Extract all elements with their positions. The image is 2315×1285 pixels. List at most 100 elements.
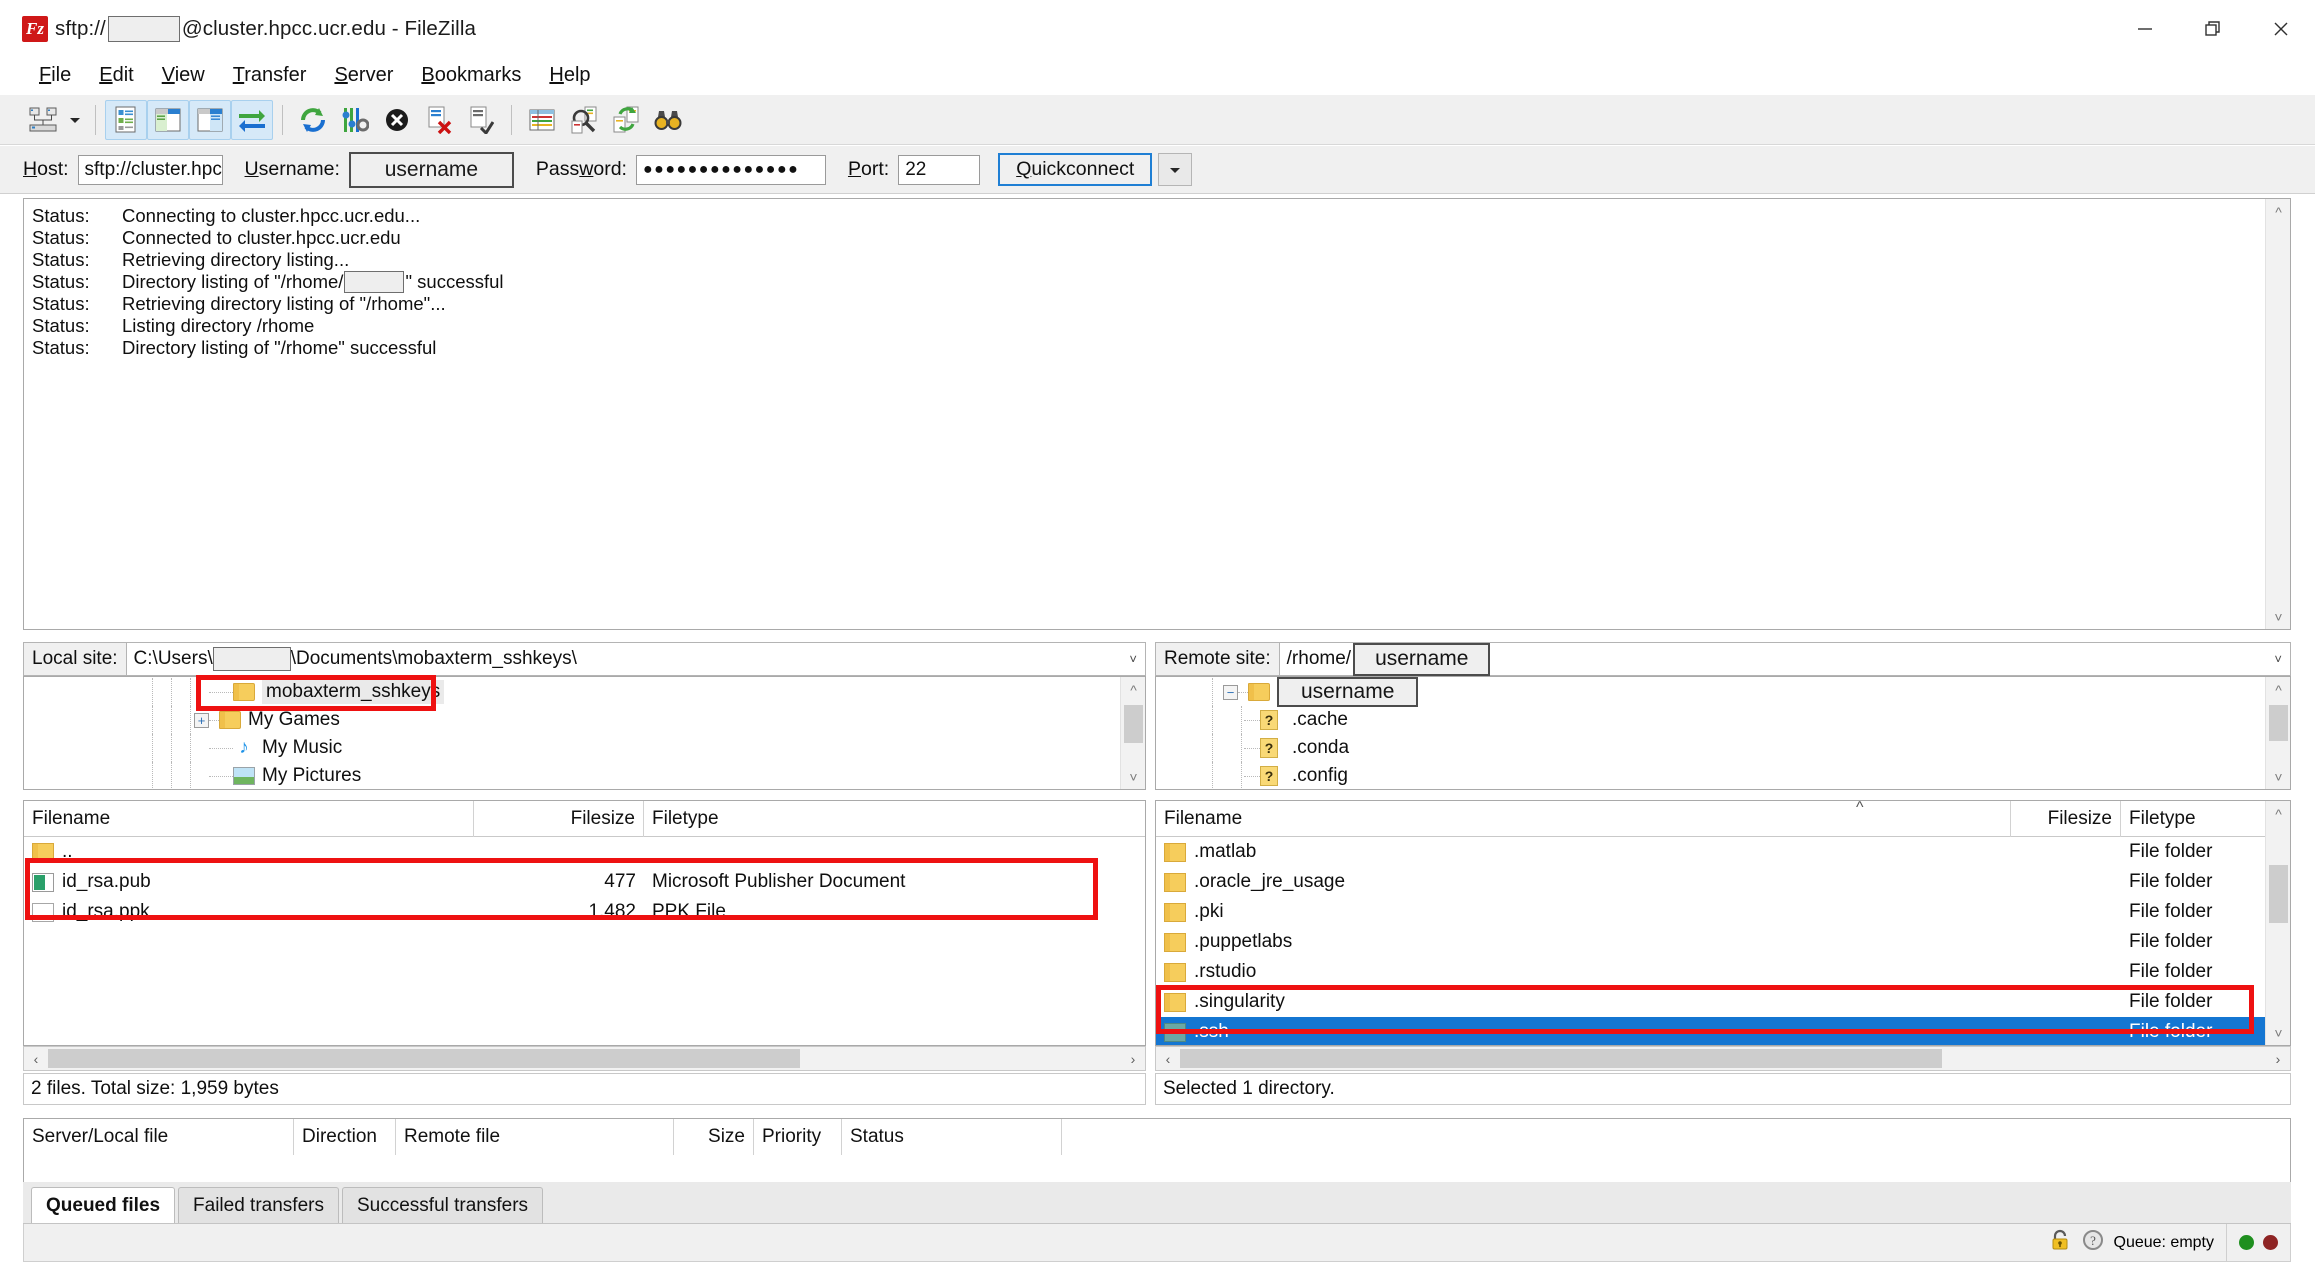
column-header-server-local-file[interactable]: Server/Local file xyxy=(24,1119,294,1155)
scroll-left-icon[interactable]: ‹ xyxy=(24,1047,48,1070)
menu-help[interactable]: Help xyxy=(535,62,604,89)
remote-file-list-scrollbar[interactable]: ^ ˅ xyxy=(2265,801,2290,1045)
disconnect-icon[interactable] xyxy=(418,100,460,140)
table-row[interactable]: .pki File folder xyxy=(1156,897,2290,927)
table-row[interactable]: id_rsa.ppk 1,482 PPK File xyxy=(24,897,1145,927)
maximize-restore-button[interactable] xyxy=(2179,0,2247,57)
message-log-scrollbar[interactable]: ^ ˅ xyxy=(2265,199,2290,629)
local-tree-row[interactable]: ♪ My Music xyxy=(24,734,1145,762)
expand-plus-icon[interactable]: + xyxy=(194,712,209,728)
column-header-size[interactable]: Size xyxy=(674,1119,754,1155)
local-path-input[interactable]: C:\Users\ \Documents\mobaxterm_sshkeys\ … xyxy=(126,642,1146,676)
table-row[interactable]: .ssh File folder xyxy=(1156,1017,2290,1045)
transfer-queue[interactable]: Server/Local file Direction Remote file … xyxy=(23,1118,2291,1184)
collapse-minus-icon[interactable]: − xyxy=(1223,684,1238,700)
scroll-down-icon[interactable]: ˅ xyxy=(2266,764,2290,789)
local-tree-row[interactable]: My Pictures xyxy=(24,762,1145,789)
menu-transfer[interactable]: Transfer xyxy=(219,62,321,89)
remote-tree-row[interactable]: ? .config xyxy=(1156,762,2290,789)
table-row[interactable]: .oracle_jre_usage File folder xyxy=(1156,867,2290,897)
column-header-filename[interactable]: Filename xyxy=(24,801,474,837)
table-row[interactable]: .rstudio File folder xyxy=(1156,957,2290,987)
scroll-up-icon[interactable]: ^ xyxy=(2266,199,2290,224)
chevron-down-icon[interactable]: ˅ xyxy=(1129,652,1137,667)
local-tree-scrollbar[interactable]: ^ ˅ xyxy=(1120,677,1145,789)
scroll-up-icon[interactable]: ^ xyxy=(2266,677,2290,702)
toggle-local-tree-icon[interactable] xyxy=(147,99,189,140)
scroll-thumb[interactable] xyxy=(1180,1049,1942,1068)
table-row[interactable]: id_rsa.pub 477 Microsoft Publisher Docum… xyxy=(24,867,1145,897)
menu-file[interactable]: FFileile xyxy=(25,62,85,89)
remote-tree-row[interactable]: ? .conda xyxy=(1156,734,2290,762)
chevron-down-icon[interactable]: ˅ xyxy=(2274,652,2282,667)
quickconnect-dropdown-icon[interactable] xyxy=(1158,153,1193,186)
scroll-thumb[interactable] xyxy=(2269,705,2288,741)
toggle-remote-tree-icon[interactable] xyxy=(189,99,231,140)
process-queue-icon[interactable] xyxy=(334,100,376,140)
column-header-filetype[interactable]: Filetype xyxy=(644,801,1124,837)
host-input[interactable]: sftp://cluster.hpcc. xyxy=(77,154,223,185)
local-file-list-hscrollbar[interactable]: ‹ › xyxy=(23,1046,1146,1071)
scroll-thumb[interactable] xyxy=(1124,705,1143,743)
menu-bookmarks[interactable]: Bookmarks xyxy=(407,62,535,89)
remote-tree-row[interactable]: ? .cache xyxy=(1156,706,2290,734)
username-input[interactable]: username xyxy=(348,151,514,188)
site-manager-dropdown-icon[interactable] xyxy=(64,100,86,140)
local-tree-row[interactable]: + My Games xyxy=(24,706,1145,734)
scroll-down-icon[interactable]: ˅ xyxy=(2266,1020,2290,1045)
table-row[interactable]: .matlab File folder xyxy=(1156,837,2290,867)
column-header-filesize[interactable]: Filesize xyxy=(2011,801,2121,837)
column-header-priority[interactable]: Priority xyxy=(754,1119,842,1155)
toggle-transfer-queue-icon[interactable] xyxy=(231,99,273,140)
info-icon[interactable]: ? xyxy=(2081,1228,2105,1257)
port-input[interactable]: 22 xyxy=(898,154,981,185)
table-row[interactable]: .. xyxy=(24,837,1145,867)
scroll-left-icon[interactable]: ‹ xyxy=(1156,1047,1180,1070)
local-file-list[interactable]: Filename Filesize Filetype .. id_rsa.pub… xyxy=(23,800,1146,1046)
scroll-right-icon[interactable]: › xyxy=(2266,1047,2290,1070)
tab-successful-transfers[interactable]: Successful transfers xyxy=(341,1187,544,1223)
table-row[interactable]: .singularity File folder xyxy=(1156,987,2290,1017)
remote-directory-tree[interactable]: − username ? .cache ? .conda ? .config ^… xyxy=(1155,676,2291,790)
cancel-operation-icon[interactable] xyxy=(376,100,418,140)
minimize-button[interactable] xyxy=(2111,0,2179,57)
column-header-remote-file[interactable]: Remote file xyxy=(396,1119,674,1155)
toggle-message-log-icon[interactable] xyxy=(105,99,147,140)
table-row[interactable]: .puppetlabs File folder xyxy=(1156,927,2290,957)
scroll-thumb[interactable] xyxy=(2269,865,2288,923)
filter-icon[interactable] xyxy=(521,100,563,140)
scroll-up-icon[interactable]: ^ xyxy=(1121,677,1145,702)
column-header-filesize[interactable]: Filesize xyxy=(474,801,644,837)
refresh-icon[interactable] xyxy=(292,100,334,140)
column-header-status[interactable]: Status xyxy=(842,1119,1062,1155)
column-header-direction[interactable]: Direction xyxy=(294,1119,396,1155)
scroll-thumb[interactable] xyxy=(48,1049,800,1068)
local-tree-row[interactable]: mobaxterm_sshkeys xyxy=(24,678,1145,706)
scroll-down-icon[interactable]: ˅ xyxy=(1121,764,1145,789)
remote-file-list-hscrollbar[interactable]: ‹ › xyxy=(1155,1046,2291,1071)
local-directory-tree[interactable]: mobaxterm_sshkeys + My Games ♪ My Music xyxy=(23,676,1146,790)
password-input[interactable]: ●●●●●●●●●●●●●● xyxy=(635,154,826,185)
menu-view[interactable]: View xyxy=(148,62,219,89)
find-files-icon[interactable] xyxy=(647,100,689,140)
local-path-after: \Documents\mobaxterm_sshkeys\ xyxy=(290,648,577,669)
reconnect-icon[interactable] xyxy=(460,100,502,140)
remote-tree-scrollbar[interactable]: ^ ˅ xyxy=(2265,677,2290,789)
scroll-up-icon[interactable]: ^ xyxy=(2266,801,2290,826)
tab-queued-files[interactable]: Queued files xyxy=(31,1187,176,1223)
scroll-right-icon[interactable]: › xyxy=(1121,1047,1145,1070)
synchronized-browsing-icon[interactable] xyxy=(605,100,647,140)
menu-server[interactable]: Server xyxy=(320,62,407,89)
compare-directories-icon[interactable] xyxy=(563,100,605,140)
tab-failed-transfers[interactable]: Failed transfers xyxy=(178,1187,339,1223)
remote-tree-row[interactable]: − username xyxy=(1156,677,2290,707)
quickconnect-button[interactable]: Quickconnect xyxy=(998,153,1153,186)
remote-file-list[interactable]: Filename Filesize Filetype ^ .matlab Fil… xyxy=(1155,800,2291,1046)
close-button[interactable] xyxy=(2247,0,2315,57)
column-header-filename[interactable]: Filename xyxy=(1156,801,2011,837)
remote-path-input[interactable]: /rhome/ username ˅ xyxy=(1279,642,2291,676)
site-manager-icon[interactable] xyxy=(22,100,64,140)
scroll-down-icon[interactable]: ˅ xyxy=(2266,604,2290,629)
column-header-filetype[interactable]: Filetype xyxy=(2121,801,2261,837)
menu-edit[interactable]: Edit xyxy=(85,62,147,89)
